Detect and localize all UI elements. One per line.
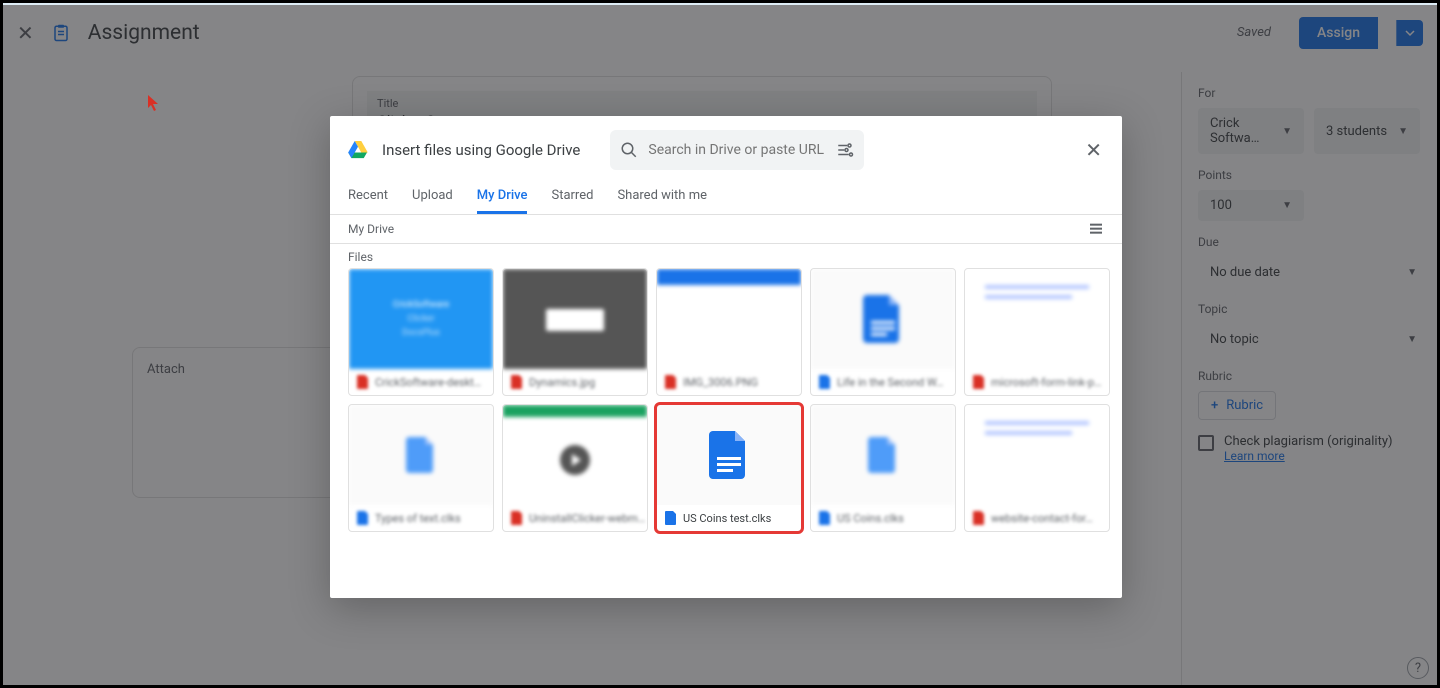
tune-icon[interactable] xyxy=(836,141,854,159)
file-name: website-contact-for… xyxy=(991,512,1093,525)
file-tile[interactable]: UninstallClicker-webm… xyxy=(502,404,648,532)
file-thumb xyxy=(811,269,955,369)
file-tile[interactable]: Types of text.clks xyxy=(348,404,494,532)
search-input[interactable] xyxy=(648,142,826,158)
file-thumb xyxy=(811,405,955,505)
search-icon xyxy=(620,141,638,159)
close-button[interactable]: ✕ xyxy=(1083,134,1104,166)
list-view-icon[interactable] xyxy=(1088,221,1104,237)
file-name: microsoft-form-link-p… xyxy=(991,376,1101,389)
file-caption: Life in the Second W… xyxy=(811,369,955,395)
breadcrumb[interactable]: My Drive xyxy=(348,222,394,236)
file-name: Dynamics.jpg xyxy=(529,376,595,389)
file-name: US Coins.clks xyxy=(837,512,904,525)
filetype-icon xyxy=(357,511,369,525)
file-thumb xyxy=(657,405,801,505)
file-name: Types of text.clks xyxy=(375,512,461,525)
file-tile[interactable]: Life in the Second W… xyxy=(810,268,956,396)
filetype-icon xyxy=(357,375,369,389)
file-caption: UninstallClicker-webm… xyxy=(503,505,647,531)
file-name: UninstallClicker-webm… xyxy=(529,512,645,525)
modal-title: Insert files using Google Drive xyxy=(382,141,580,159)
file-tile[interactable]: Dynamics.jpg xyxy=(502,268,648,396)
file-caption: website-contact-for… xyxy=(965,505,1109,531)
filetype-icon xyxy=(819,375,831,389)
filetype-icon xyxy=(973,511,985,525)
file-caption: microsoft-form-link-p… xyxy=(965,369,1109,395)
file-name: IMG_3006.PNG xyxy=(683,376,758,389)
file-caption: Dynamics.jpg xyxy=(503,369,647,395)
files-label: Files xyxy=(330,244,1122,268)
drive-picker-modal: Insert files using Google Drive ✕ Recent… xyxy=(330,116,1122,598)
drive-search[interactable] xyxy=(610,130,864,170)
file-caption: US Coins.clks xyxy=(811,505,955,531)
tab-upload[interactable]: Upload xyxy=(412,180,453,214)
tab-my-drive[interactable]: My Drive xyxy=(477,180,528,214)
file-tile[interactable]: microsoft-form-link-p… xyxy=(964,268,1110,396)
filetype-icon xyxy=(511,511,523,525)
cursor-icon xyxy=(148,95,160,111)
file-thumb xyxy=(349,405,493,505)
file-tile[interactable]: US Coins test.clks xyxy=(656,404,802,532)
file-thumb xyxy=(503,269,647,369)
files-grid: CrickSoftwareClickerDocsPlus CrickSoftwar… xyxy=(330,268,1122,546)
file-caption: US Coins test.clks xyxy=(657,505,801,531)
file-thumb: CrickSoftwareClickerDocsPlus xyxy=(349,269,493,369)
file-caption: Types of text.clks xyxy=(349,505,493,531)
filetype-icon xyxy=(819,511,831,525)
filetype-icon xyxy=(665,375,677,389)
filetype-icon xyxy=(511,375,523,389)
file-thumb xyxy=(503,405,647,505)
tab-starred[interactable]: Starred xyxy=(551,180,593,214)
file-tile[interactable]: US Coins.clks xyxy=(810,404,956,532)
drive-icon xyxy=(348,141,368,159)
file-name: Life in the Second W… xyxy=(837,376,943,389)
file-thumb xyxy=(657,269,801,369)
file-tile[interactable]: website-contact-for… xyxy=(964,404,1110,532)
file-tile[interactable]: IMG_3006.PNG xyxy=(656,268,802,396)
file-caption: IMG_3006.PNG xyxy=(657,369,801,395)
file-thumb xyxy=(965,405,1109,505)
file-name: CrickSoftware-deskt… xyxy=(375,376,481,389)
file-caption: CrickSoftware-deskt… xyxy=(349,369,493,395)
filetype-icon xyxy=(665,511,677,525)
file-thumb xyxy=(965,269,1109,369)
tab-shared-with-me[interactable]: Shared with me xyxy=(617,180,707,214)
file-name: US Coins test.clks xyxy=(683,512,771,525)
filetype-icon xyxy=(973,375,985,389)
modal-tabs: Recent Upload My Drive Starred Shared with m… xyxy=(330,180,1122,215)
file-tile[interactable]: CrickSoftwareClickerDocsPlus CrickSoftwar… xyxy=(348,268,494,396)
tab-recent[interactable]: Recent xyxy=(348,180,388,214)
